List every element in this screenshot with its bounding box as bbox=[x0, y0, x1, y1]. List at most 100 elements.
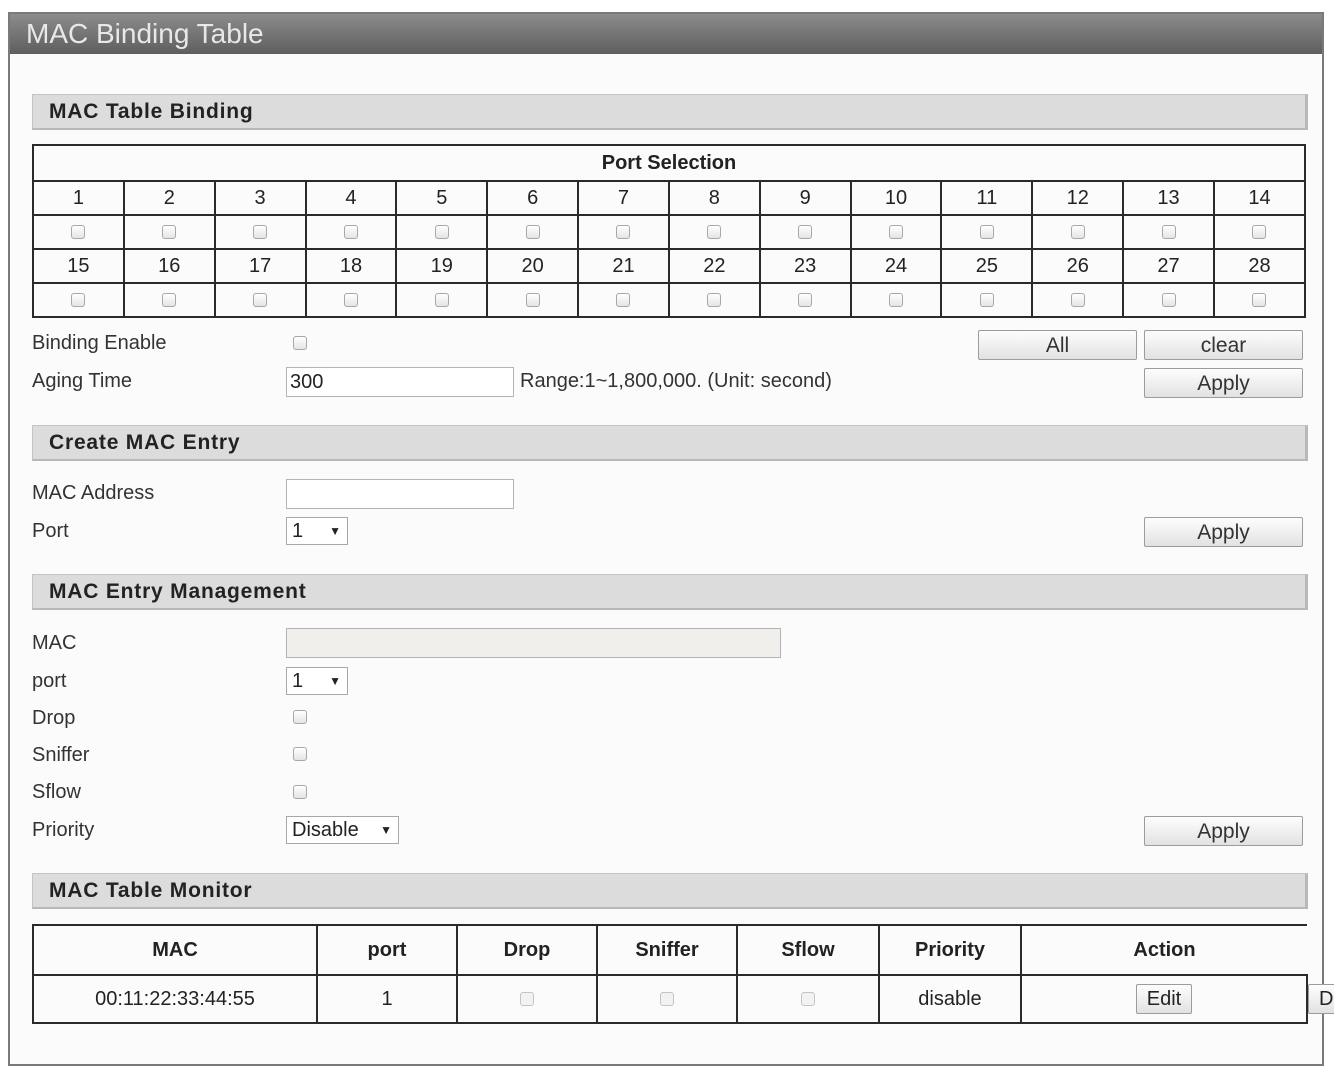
port-number-cell: 12 bbox=[1031, 180, 1125, 216]
port-checkbox-cell bbox=[304, 214, 398, 250]
port-checkbox[interactable] bbox=[1252, 225, 1267, 240]
port-checkbox[interactable] bbox=[343, 293, 358, 308]
section-mac-table-binding: MAC Table Binding bbox=[32, 94, 1308, 130]
mgmt-mac-label: MAC bbox=[32, 632, 77, 654]
cell-priority: disable bbox=[878, 975, 1021, 1024]
cell-sflow bbox=[736, 975, 879, 1024]
port-checkbox[interactable] bbox=[616, 225, 631, 240]
port-checkbox-cell bbox=[1212, 282, 1307, 318]
create-port-select[interactable]: 1 ▼ bbox=[286, 517, 348, 545]
priority-select[interactable]: Disable ▼ bbox=[286, 816, 399, 844]
port-checkbox-row bbox=[32, 282, 1307, 318]
port-checkbox[interactable] bbox=[979, 293, 994, 308]
mgmt-mac-input[interactable] bbox=[286, 628, 781, 658]
port-checkbox[interactable] bbox=[707, 293, 722, 308]
port-checkbox[interactable] bbox=[434, 293, 449, 308]
binding-enable-label: Binding Enable bbox=[32, 332, 167, 354]
port-checkbox-cell bbox=[1212, 214, 1307, 250]
create-port-value: 1 bbox=[292, 520, 304, 542]
port-number-cell: 18 bbox=[304, 248, 398, 284]
port-checkbox[interactable] bbox=[798, 293, 813, 308]
port-checkbox[interactable] bbox=[707, 225, 722, 240]
port-checkbox[interactable] bbox=[1161, 293, 1176, 308]
port-checkbox[interactable] bbox=[1252, 293, 1267, 308]
port-number-cell: 20 bbox=[486, 248, 580, 284]
port-checkbox[interactable] bbox=[71, 293, 86, 308]
drop-checkbox[interactable] bbox=[293, 710, 307, 724]
select-all-button[interactable]: All bbox=[978, 330, 1137, 360]
port-number-cell: 8 bbox=[667, 180, 761, 216]
port-number-cell: 14 bbox=[1212, 180, 1307, 216]
delete-button[interactable]: Delete bbox=[1308, 984, 1334, 1014]
port-number-cell: 22 bbox=[667, 248, 761, 284]
port-checkbox[interactable] bbox=[162, 225, 177, 240]
sniffer-checkbox[interactable] bbox=[293, 747, 307, 761]
port-checkbox-cell bbox=[758, 214, 852, 250]
port-checkbox[interactable] bbox=[253, 225, 268, 240]
port-checkbox-cell bbox=[122, 282, 216, 318]
port-checkbox[interactable] bbox=[253, 293, 268, 308]
sflow-label: Sflow bbox=[32, 781, 81, 803]
port-checkbox[interactable] bbox=[162, 293, 177, 308]
port-checkbox[interactable] bbox=[1070, 225, 1085, 240]
column-header-action: Action bbox=[1020, 924, 1307, 976]
port-checkbox-cell bbox=[486, 214, 580, 250]
port-number-cell: 23 bbox=[758, 248, 852, 284]
sflow-checkbox[interactable] bbox=[293, 785, 307, 799]
port-checkbox[interactable] bbox=[979, 225, 994, 240]
port-number-cell: 17 bbox=[213, 248, 307, 284]
port-checkbox-cell bbox=[1031, 282, 1125, 318]
port-number-cell: 11 bbox=[940, 180, 1034, 216]
port-checkbox[interactable] bbox=[1161, 225, 1176, 240]
port-checkbox-cell bbox=[1122, 214, 1215, 250]
port-checkbox[interactable] bbox=[798, 225, 813, 240]
port-checkbox-cell bbox=[32, 282, 125, 318]
binding-enable-checkbox[interactable] bbox=[293, 336, 307, 350]
section-create-mac-entry: Create MAC Entry bbox=[32, 425, 1308, 461]
port-number-cell: 9 bbox=[758, 180, 852, 216]
port-checkbox-cell bbox=[667, 282, 761, 318]
port-checkbox-cell bbox=[849, 214, 943, 250]
port-checkbox-cell bbox=[122, 214, 216, 250]
port-number-cell: 27 bbox=[1122, 248, 1215, 284]
port-selection-header: Port Selection bbox=[32, 144, 1306, 182]
edit-button[interactable]: Edit bbox=[1135, 984, 1193, 1014]
port-number-cell: 7 bbox=[577, 180, 670, 216]
port-number-row: 1 2 3 4 5 6 7 8 9 10 11 12 13 14 bbox=[32, 180, 1307, 216]
aging-range-text: Range:1~1,800,000. (Unit: second) bbox=[520, 370, 832, 392]
clear-button[interactable]: clear bbox=[1144, 330, 1303, 360]
port-number-row: 15 16 17 18 19 20 21 22 23 24 25 26 27 28 bbox=[32, 248, 1307, 284]
window-title: MAC Binding Table bbox=[10, 14, 1322, 54]
sflow-checkbox-readonly bbox=[801, 992, 815, 1007]
mac-binding-panel: MAC Binding Table MAC Table Binding Port… bbox=[8, 12, 1334, 1066]
port-number-cell: 25 bbox=[940, 248, 1034, 284]
cell-drop bbox=[456, 975, 597, 1024]
port-number-cell: 21 bbox=[577, 248, 670, 284]
port-checkbox[interactable] bbox=[343, 225, 358, 240]
port-number-cell: 5 bbox=[395, 180, 489, 216]
port-checkbox[interactable] bbox=[525, 225, 540, 240]
aging-time-input[interactable] bbox=[286, 367, 514, 397]
sniffer-checkbox-readonly bbox=[660, 992, 674, 1007]
port-checkbox[interactable] bbox=[889, 225, 904, 240]
mac-monitor-table: MAC port Drop Sniffer Sflow Priority Act… bbox=[32, 924, 1334, 1024]
section-mac-table-monitor: MAC Table Monitor bbox=[32, 873, 1308, 909]
port-checkbox[interactable] bbox=[616, 293, 631, 308]
port-checkbox-cell bbox=[1031, 214, 1125, 250]
port-checkbox-cell bbox=[758, 282, 852, 318]
mgmt-port-select[interactable]: 1 ▼ bbox=[286, 667, 348, 695]
chevron-down-icon: ▼ bbox=[380, 823, 392, 837]
port-checkbox[interactable] bbox=[1070, 293, 1085, 308]
port-number-cell: 3 bbox=[213, 180, 307, 216]
port-checkbox[interactable] bbox=[525, 293, 540, 308]
create-apply-button[interactable]: Apply bbox=[1144, 517, 1303, 547]
management-apply-button[interactable]: Apply bbox=[1144, 816, 1303, 846]
port-checkbox[interactable] bbox=[434, 225, 449, 240]
port-checkbox-cell bbox=[486, 282, 580, 318]
binding-apply-button[interactable]: Apply bbox=[1144, 368, 1303, 398]
port-checkbox[interactable] bbox=[71, 225, 86, 240]
mac-address-input[interactable] bbox=[286, 479, 514, 509]
drop-label: Drop bbox=[32, 707, 76, 729]
port-checkbox[interactable] bbox=[889, 293, 904, 308]
port-number-cell: 24 bbox=[849, 248, 943, 284]
